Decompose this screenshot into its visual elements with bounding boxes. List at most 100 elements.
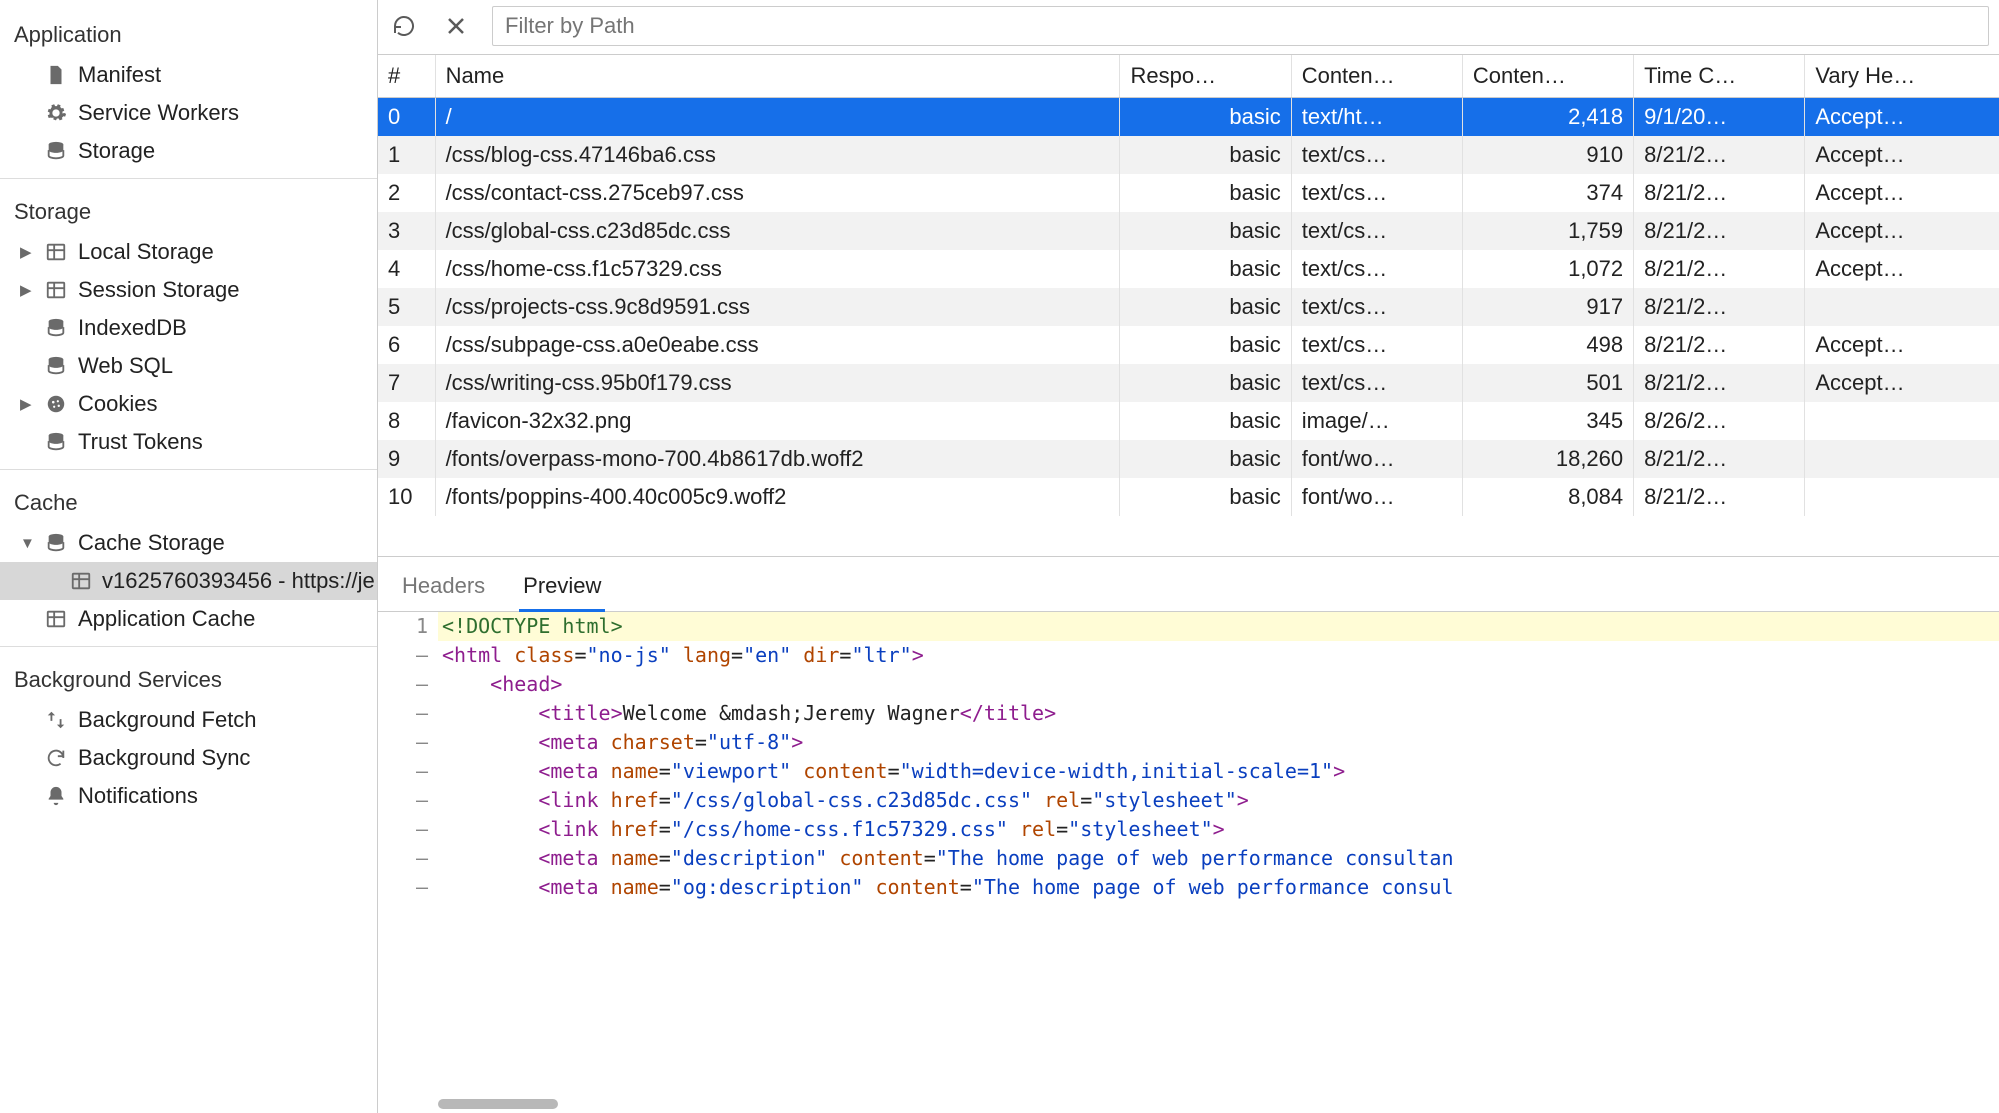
line-number: – [378, 873, 438, 902]
main-panel: #NameRespo…Conten…Conten…Time C…Vary He…… [378, 0, 1999, 1113]
cell-clen: 2,418 [1462, 98, 1633, 137]
cell-vary [1805, 440, 1999, 478]
table-row[interactable]: 9/fonts/overpass-mono-700.4b8617db.woff2… [378, 440, 1999, 478]
cell-ctype: text/cs… [1291, 136, 1462, 174]
cell-vary: Accept… [1805, 136, 1999, 174]
col-header[interactable]: Name [435, 55, 1120, 98]
cell-clen: 1,072 [1462, 250, 1633, 288]
cell-idx: 7 [378, 364, 435, 402]
tab-preview[interactable]: Preview [519, 567, 605, 612]
cell-name: /fonts/overpass-mono-700.4b8617db.woff2 [435, 440, 1120, 478]
code-line[interactable]: – <head> [378, 670, 1999, 699]
sidebar-item-service-workers[interactable]: Service Workers [0, 94, 377, 132]
sidebar-item-bg-sync[interactable]: Background Sync [0, 739, 377, 777]
chevron-right-icon[interactable]: ▶ [20, 281, 32, 299]
table-row[interactable]: 2/css/contact-css.275ceb97.cssbasictext/… [378, 174, 1999, 212]
bell-icon [44, 784, 68, 808]
sidebar-item-trust-tokens[interactable]: Trust Tokens [0, 423, 377, 461]
col-header[interactable]: Conten… [1291, 55, 1462, 98]
cell-name: /css/subpage-css.a0e0eabe.css [435, 326, 1120, 364]
preview-pane[interactable]: 1<!DOCTYPE html>–<html class="no-js" lan… [378, 612, 1999, 1113]
sidebar-item-manifest[interactable]: Manifest [0, 56, 377, 94]
col-header[interactable]: Conten… [1462, 55, 1633, 98]
table-row[interactable]: 6/css/subpage-css.a0e0eabe.cssbasictext/… [378, 326, 1999, 364]
sidebar-item-label: Web SQL [78, 353, 173, 379]
sidebar-item-web-sql[interactable]: Web SQL [0, 347, 377, 385]
table-row[interactable]: 7/css/writing-css.95b0f179.cssbasictext/… [378, 364, 1999, 402]
table-row[interactable]: 3/css/global-css.c23d85dc.cssbasictext/c… [378, 212, 1999, 250]
chevron-right-icon[interactable]: ▶ [20, 243, 32, 261]
cell-time: 8/21/2… [1634, 364, 1805, 402]
refresh-icon[interactable] [388, 10, 420, 42]
cache-entries-table: #NameRespo…Conten…Conten…Time C…Vary He…… [378, 55, 1999, 557]
cell-clen: 917 [1462, 288, 1633, 326]
table-row[interactable]: 8/favicon-32x32.pngbasicimage/…3458/26/2… [378, 402, 1999, 440]
cell-ctype: text/cs… [1291, 212, 1462, 250]
gear-icon [44, 101, 68, 125]
sidebar-item-session-storage[interactable]: ▶Session Storage [0, 271, 377, 309]
sidebar-item-cache-storage[interactable]: ▼Cache Storage [0, 524, 377, 562]
sidebar-item-application-cache[interactable]: Application Cache [0, 600, 377, 638]
sidebar-item-storage[interactable]: Storage [0, 132, 377, 170]
table-row[interactable]: 5/css/projects-css.9c8d9591.cssbasictext… [378, 288, 1999, 326]
table-row[interactable]: 1/css/blog-css.47146ba6.cssbasictext/cs…… [378, 136, 1999, 174]
code-line[interactable]: –<html class="no-js" lang="en" dir="ltr"… [378, 641, 1999, 670]
tab-headers[interactable]: Headers [398, 567, 489, 611]
cache-toolbar [378, 0, 1999, 55]
cell-time: 8/21/2… [1634, 288, 1805, 326]
code-line[interactable]: – <meta name="viewport" content="width=d… [378, 757, 1999, 786]
cell-clen: 910 [1462, 136, 1633, 174]
line-number: – [378, 641, 438, 670]
code-content: <!DOCTYPE html> [438, 612, 1999, 641]
cell-resp: basic [1120, 478, 1291, 516]
code-line[interactable]: – <title>Welcome &mdash;Jeremy Wagner</t… [378, 699, 1999, 728]
code-line[interactable]: – <meta name="description" content="The … [378, 844, 1999, 873]
table-row[interactable]: 10/fonts/poppins-400.40c005c9.woff2basic… [378, 478, 1999, 516]
close-icon[interactable] [440, 10, 472, 42]
sidebar-item-cache-entry[interactable]: v1625760393456 - https://je [0, 562, 377, 600]
cell-resp: basic [1120, 288, 1291, 326]
code-content: <head> [438, 670, 1999, 699]
chevron-down-icon[interactable]: ▼ [20, 535, 35, 552]
col-header[interactable]: Time C… [1634, 55, 1805, 98]
col-header[interactable]: Vary He… [1805, 55, 1999, 98]
cell-name: /css/contact-css.275ceb97.css [435, 174, 1120, 212]
cell-ctype: text/ht… [1291, 98, 1462, 137]
sidebar-item-cookies[interactable]: ▶ Cookies [0, 385, 377, 423]
cell-idx: 8 [378, 402, 435, 440]
cell-time: 8/21/2… [1634, 440, 1805, 478]
col-header[interactable]: # [378, 55, 435, 98]
sidebar-item-label: Trust Tokens [78, 429, 203, 455]
code-line[interactable]: 1<!DOCTYPE html> [378, 612, 1999, 641]
code-line[interactable]: – <meta name="og:description" content="T… [378, 873, 1999, 902]
sidebar-item-indexeddb[interactable]: IndexedDB [0, 309, 377, 347]
sidebar-item-notifications[interactable]: Notifications [0, 777, 377, 815]
sidebar-item-local-storage[interactable]: ▶Local Storage [0, 233, 377, 271]
code-line[interactable]: – <link href="/css/global-css.c23d85dc.c… [378, 786, 1999, 815]
sidebar-item-label: Manifest [78, 62, 161, 88]
filter-input[interactable] [492, 6, 1989, 46]
cell-resp: basic [1120, 98, 1291, 137]
code-line[interactable]: – <meta charset="utf-8"> [378, 728, 1999, 757]
table-row[interactable]: 4/css/home-css.f1c57329.cssbasictext/cs…… [378, 250, 1999, 288]
cell-clen: 18,260 [1462, 440, 1633, 478]
chevron-right-icon[interactable]: ▶ [20, 395, 32, 413]
col-header[interactable]: Respo… [1120, 55, 1291, 98]
code-line[interactable]: – <link href="/css/home-css.f1c57329.css… [378, 815, 1999, 844]
detail-tabs: Headers Preview [378, 557, 1999, 612]
cell-clen: 8,084 [1462, 478, 1633, 516]
database-icon [44, 430, 68, 454]
cell-clen: 345 [1462, 402, 1633, 440]
code-content: <meta name="og:description" content="The… [438, 873, 1999, 902]
cell-idx: 10 [378, 478, 435, 516]
horizontal-scrollbar[interactable] [438, 1099, 558, 1109]
sidebar-item-label: IndexedDB [78, 315, 187, 341]
sidebar-item-label: Background Fetch [78, 707, 257, 733]
code-content: <meta charset="utf-8"> [438, 728, 1999, 757]
sidebar-item-label: v1625760393456 - https://je [102, 568, 375, 594]
cell-idx: 6 [378, 326, 435, 364]
cell-idx: 1 [378, 136, 435, 174]
sidebar-item-bg-fetch[interactable]: Background Fetch [0, 701, 377, 739]
sidebar-item-label: Cookies [78, 391, 157, 417]
table-row[interactable]: 0/basictext/ht…2,4189/1/20…Accept… [378, 98, 1999, 137]
